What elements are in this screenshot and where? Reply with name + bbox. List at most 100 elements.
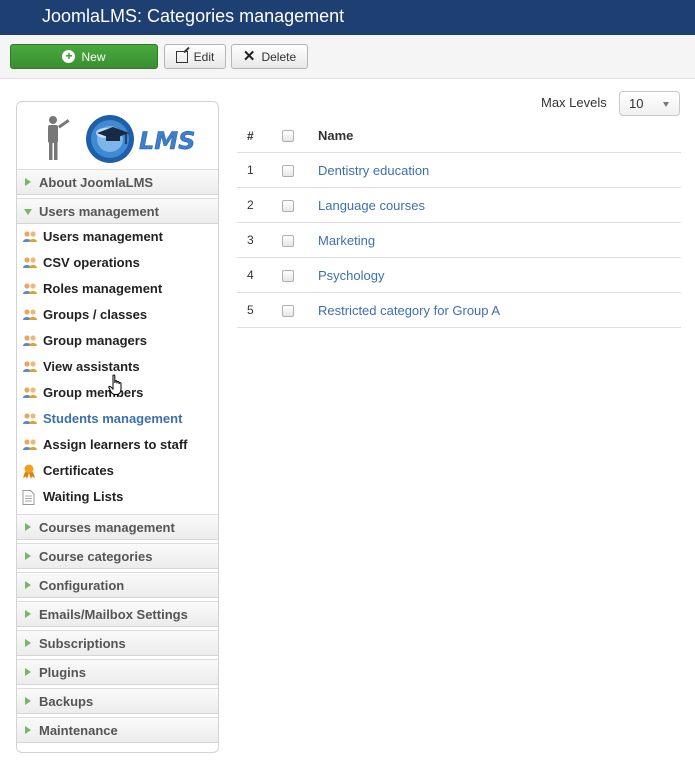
section-label: Courses management xyxy=(39,520,175,535)
certificate-icon xyxy=(22,464,36,479)
section-label: Course categories xyxy=(39,549,153,564)
sidebar-item-users-management[interactable]: Users management xyxy=(17,224,218,250)
users-icon xyxy=(22,334,37,348)
table-row: 1 Dentistry education xyxy=(237,153,681,188)
sidebar-item-students-management[interactable]: Students management xyxy=(17,406,218,432)
expand-arrow-icon xyxy=(25,178,31,186)
row-number: 2 xyxy=(247,198,254,212)
collapse-arrow-icon xyxy=(24,209,32,215)
sidebar-item-label: Groups / classes xyxy=(43,307,148,322)
expand-arrow-icon xyxy=(25,552,31,560)
section-label: About JoomlaLMS xyxy=(39,175,154,190)
section-label: Emails/Mailbox Settings xyxy=(39,607,188,622)
sidebar-item-label: Group members xyxy=(43,385,144,400)
section-course-categories[interactable]: Course categories xyxy=(17,543,218,569)
sidebar-item-label: View assistants xyxy=(43,359,140,374)
edit-button[interactable]: Edit xyxy=(164,44,226,69)
delete-button[interactable]: ✕ Delete xyxy=(231,44,308,69)
sidebar-item-groups-classes[interactable]: Groups / classes xyxy=(17,302,218,328)
plus-icon: + xyxy=(62,50,76,63)
delete-button-label: Delete xyxy=(261,49,297,64)
table-header-row: # Name xyxy=(237,119,681,153)
select-all-checkbox[interactable] xyxy=(282,130,294,142)
users-icon xyxy=(22,412,37,426)
expand-arrow-icon xyxy=(25,523,31,531)
users-icon xyxy=(22,308,37,322)
new-button-label: New xyxy=(81,49,106,64)
users-icon xyxy=(22,282,37,296)
table-row: 5 Restricted category for Group A xyxy=(237,293,681,328)
users-icon xyxy=(22,256,37,270)
row-number: 5 xyxy=(247,303,254,317)
section-label: Plugins xyxy=(39,665,86,680)
max-levels-label: Max Levels xyxy=(541,95,607,110)
row-checkbox[interactable] xyxy=(282,270,294,282)
row-number: 4 xyxy=(247,268,254,282)
users-icon xyxy=(22,360,37,374)
sidebar-item-label: Certificates xyxy=(43,463,114,478)
section-label: Subscriptions xyxy=(39,636,126,651)
expand-arrow-icon xyxy=(25,610,31,618)
expand-arrow-icon xyxy=(25,668,31,676)
sidebar-item-label: Group managers xyxy=(43,333,148,348)
sidebar-item-certificates[interactable]: Certificates xyxy=(17,458,218,484)
section-plugins[interactable]: Plugins xyxy=(17,659,218,685)
section-label: Configuration xyxy=(39,578,125,593)
users-icon xyxy=(22,438,37,452)
max-levels-value: 10 xyxy=(629,96,644,111)
section-backups[interactable]: Backups xyxy=(17,688,218,714)
category-link[interactable]: Dentistry education xyxy=(318,163,429,178)
users-icon xyxy=(22,386,37,400)
expand-arrow-icon xyxy=(25,639,31,647)
sidebar-item-label: Students management xyxy=(43,411,183,426)
section-configuration[interactable]: Configuration xyxy=(17,572,218,598)
sidebar-item-group-managers[interactable]: Group managers xyxy=(17,328,218,354)
sidebar-item-waiting-lists[interactable]: Waiting Lists xyxy=(17,484,218,510)
row-checkbox[interactable] xyxy=(282,305,294,317)
category-link[interactable]: Psychology xyxy=(318,268,384,283)
section-label: Users management xyxy=(39,204,159,219)
joomlalms-logo: LMS xyxy=(17,102,218,170)
sidebar-item-assign-learners-to-staff[interactable]: Assign learners to staff xyxy=(17,432,218,458)
document-icon xyxy=(22,490,36,505)
expand-arrow-icon xyxy=(25,697,31,705)
max-levels-select[interactable]: 10 xyxy=(619,91,680,116)
hand-cursor-icon xyxy=(108,374,122,395)
row-checkbox[interactable] xyxy=(282,235,294,247)
row-number: 1 xyxy=(247,163,254,177)
row-checkbox[interactable] xyxy=(282,200,294,212)
section-label: Maintenance xyxy=(39,723,118,738)
edit-button-label: Edit xyxy=(193,49,215,64)
expand-arrow-icon xyxy=(25,726,31,734)
section-about-joomlalms[interactable]: About JoomlaLMS xyxy=(17,169,218,195)
toolbar: + New Edit ✕ Delete xyxy=(0,35,695,79)
section-courses-management[interactable]: Courses management xyxy=(17,514,218,540)
category-link[interactable]: Restricted category for Group A xyxy=(318,303,500,318)
categories-table: # Name 1 Dentistry education 2 Language cou… xyxy=(237,119,681,328)
table-row: 3 Marketing xyxy=(237,223,681,258)
section-users-management[interactable]: Users management xyxy=(17,198,218,224)
table-row: 2 Language courses xyxy=(237,188,681,223)
column-header-name: Name xyxy=(318,128,354,143)
sidebar-item-roles-management[interactable]: Roles management xyxy=(17,276,218,302)
sidebar-item-label: CSV operations xyxy=(43,255,140,270)
category-link[interactable]: Language courses xyxy=(318,198,425,213)
table-row: 4 Psychology xyxy=(237,258,681,293)
chevron-down-icon xyxy=(663,102,669,107)
section-emails-mailbox-settings[interactable]: Emails/Mailbox Settings xyxy=(17,601,218,627)
section-maintenance[interactable]: Maintenance xyxy=(17,717,218,743)
new-button[interactable]: + New xyxy=(10,44,158,69)
close-icon: ✕ xyxy=(242,48,256,65)
row-checkbox[interactable] xyxy=(282,165,294,177)
sidebar-menu: LMS About JoomlaLMS Users management Use… xyxy=(16,101,219,753)
sidebar-item-label: Waiting Lists xyxy=(43,489,124,504)
edit-icon xyxy=(175,50,188,63)
section-label: Backups xyxy=(39,694,94,709)
sidebar-item-csv-operations[interactable]: CSV operations xyxy=(17,250,218,276)
page-title: JoomlaLMS: Categories management xyxy=(42,6,345,26)
sidebar-item-label: Assign learners to staff xyxy=(43,437,188,452)
column-header-number: # xyxy=(247,129,254,143)
sidebar-item-label: Users management xyxy=(43,229,163,244)
section-subscriptions[interactable]: Subscriptions xyxy=(17,630,218,656)
category-link[interactable]: Marketing xyxy=(318,233,375,248)
